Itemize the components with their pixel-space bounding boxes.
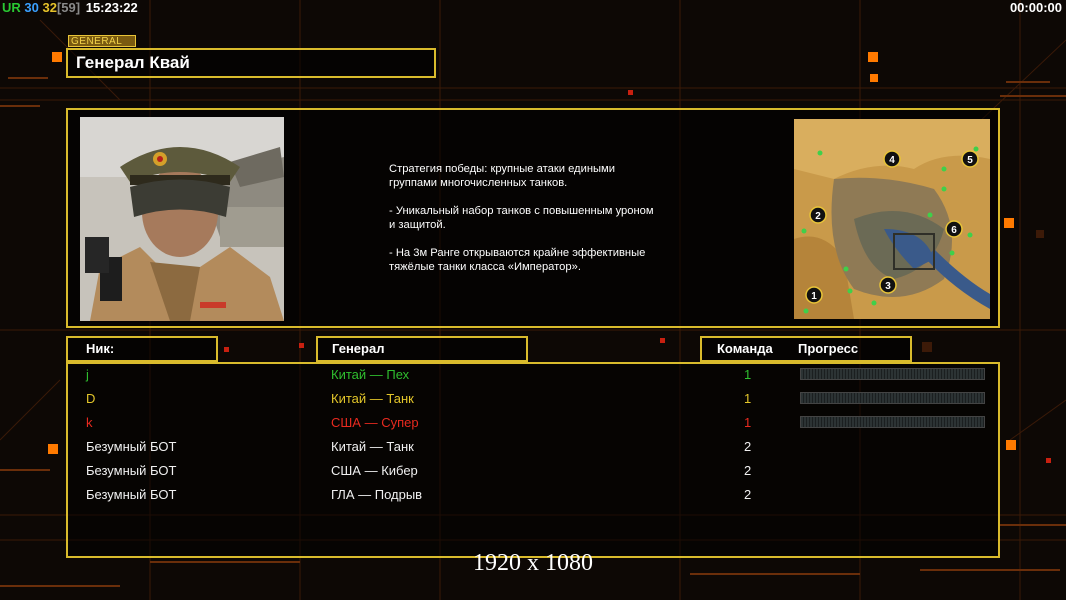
player-nick: k [86, 415, 93, 430]
general-header: Генерал [332, 341, 385, 356]
player-nick: Безумный БОТ [86, 487, 177, 502]
player-nick: Безумный БОТ [86, 463, 177, 478]
start-position-2: 2 [815, 211, 821, 222]
game-timer: 00:00:00 [1009, 0, 1062, 15]
player-general: ГЛА — Подрыв [331, 487, 423, 502]
player-team: 2 [744, 439, 752, 454]
start-position-3: 3 [885, 281, 891, 292]
table-row: Безумный БОТ Китай — Танк 2 [0, 435, 1066, 459]
progress-header: Прогресс [798, 341, 859, 356]
clock: 15:23:22 [85, 0, 138, 15]
player-nick: D [86, 391, 96, 406]
stat-three: [59] [56, 0, 81, 15]
nick-header: Ник: [86, 341, 115, 356]
table-row: D Китай — Танк 1 [0, 387, 1066, 411]
player-general: США — Кибер [331, 463, 418, 478]
general-name: Генерал Квай [76, 53, 190, 72]
table-row: Безумный БОТ ГЛА — Подрыв 2 [0, 483, 1066, 507]
player-general: Китай — Танк [331, 391, 414, 406]
table-row: j Китай — Пех 1 [0, 363, 1066, 387]
progress-bar [800, 416, 985, 428]
player-general: Китай — Пех [331, 367, 410, 382]
general-portrait [80, 117, 284, 321]
ur-label: UR [2, 0, 21, 15]
table-row: Безумный БОТ США — Кибер 2 [0, 459, 1066, 483]
player-team: 2 [744, 487, 752, 502]
start-position-4: 4 [889, 155, 895, 166]
general-tag: GENERAL [68, 35, 136, 47]
team-header: Команда [717, 341, 773, 356]
start-position-6: 6 [951, 225, 957, 236]
stat-two: 32 [42, 0, 57, 15]
start-position-1: 1 [811, 291, 817, 302]
player-team: 1 [744, 391, 752, 406]
player-team: 2 [744, 463, 752, 478]
resolution-label: 1920 x 1080 [473, 550, 593, 576]
player-general: США — Супер [331, 415, 419, 430]
stat-one: 30 [24, 0, 39, 15]
player-general: Китай — Танк [331, 439, 414, 454]
table-row: k США — Супер 1 [0, 411, 1066, 435]
player-nick: j [86, 367, 89, 382]
player-team: 1 [744, 367, 752, 382]
fps-counter: UR 30 32[59] 15:23:22 [2, 0, 138, 15]
map-preview: 1 2 3 4 5 6 [794, 119, 990, 319]
progress-bar [800, 368, 985, 380]
general-description: Стратегия победы: крупные атаки едиными … [389, 163, 654, 273]
player-team: 1 [744, 415, 752, 430]
progress-bar [800, 392, 985, 404]
player-nick: Безумный БОТ [86, 439, 177, 454]
start-position-5: 5 [967, 155, 973, 166]
